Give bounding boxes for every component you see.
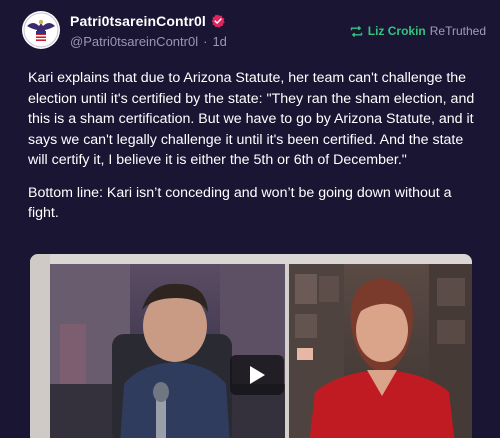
retruth-user[interactable]: Liz Crokin — [368, 24, 426, 38]
post-paragraph: Bottom line: Kari isn’t conceding and wo… — [28, 184, 452, 222]
video-thumbnail[interactable] — [30, 254, 472, 438]
video-frame-left — [30, 254, 50, 438]
left-speaker-image — [50, 264, 285, 438]
retruth-indicator: Liz Crokin ReTruthed — [350, 23, 486, 39]
post-age[interactable]: 1d — [212, 34, 226, 49]
author-meta-row: @Patri0tsareinContr0l · 1d — [70, 34, 227, 49]
verified-badge-icon — [211, 14, 225, 28]
play-button[interactable] — [230, 355, 284, 395]
truth-post: Patri0tsareinContr0l @Patri0tsareinContr… — [0, 0, 500, 438]
video-right-pane — [289, 264, 472, 438]
right-speaker-image — [289, 264, 472, 438]
retruth-icon — [350, 25, 362, 37]
author-handle[interactable]: @Patri0tsareinContr0l — [70, 34, 198, 49]
eagle-emblem-icon — [23, 12, 59, 48]
video-left-pane — [50, 264, 285, 438]
author-display-name[interactable]: Patri0tsareinContr0l — [70, 13, 206, 29]
meta-separator: · — [203, 34, 208, 49]
post-body: Kari explains that due to Arizona Statut… — [28, 68, 480, 236]
play-icon — [250, 366, 265, 384]
video-frame-top — [30, 254, 472, 264]
post-paragraph: Kari explains that due to Arizona Statut… — [28, 70, 475, 168]
author-name-row: Patri0tsareinContr0l — [70, 12, 225, 30]
retruth-label: ReTruthed — [429, 24, 486, 38]
author-avatar[interactable] — [22, 11, 60, 49]
